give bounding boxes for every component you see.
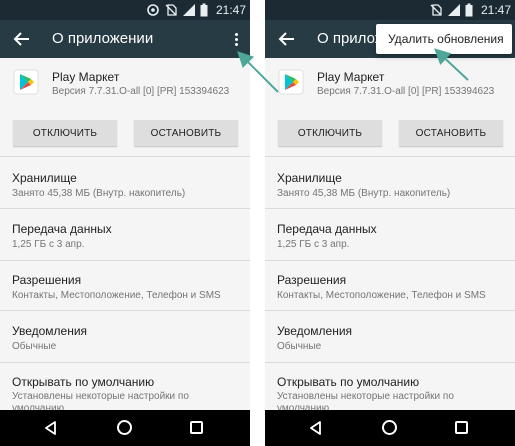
no-sim-icon xyxy=(429,3,443,17)
navigation-bar xyxy=(265,410,515,446)
notifications-item[interactable]: Уведомления Обычные xyxy=(0,310,250,363)
status-time: 21:47 xyxy=(480,3,511,17)
force-stop-button[interactable]: ОСТАНОВИТЬ xyxy=(134,120,238,146)
data-usage-item[interactable]: Передача данных 1,25 ГБ с 3 апр. xyxy=(0,208,250,261)
disable-button[interactable]: ОТКЛЮЧИТЬ xyxy=(13,120,117,146)
notifications-title: Уведомления xyxy=(12,324,88,338)
permissions-item[interactable]: Разрешения Контакты, Местоположение, Тел… xyxy=(0,260,250,311)
more-vert-icon[interactable] xyxy=(230,29,244,49)
notifications-subtitle: Обычные xyxy=(12,341,57,352)
open-by-default-title: Открывать по умолчанию xyxy=(277,375,420,389)
nav-recents-icon[interactable] xyxy=(190,421,203,434)
signal-icon xyxy=(182,3,196,17)
open-by-default-item[interactable]: Открывать по умолчанию Установлены некот… xyxy=(0,362,250,414)
app-name: Play Маркет xyxy=(52,70,120,84)
play-store-icon xyxy=(12,68,40,96)
storage-title: Хранилище xyxy=(12,171,77,185)
permissions-title: Разрешения xyxy=(12,273,82,287)
signal-icon xyxy=(447,3,461,17)
back-icon[interactable] xyxy=(277,29,297,49)
notifications-item[interactable]: Уведомления Обычные xyxy=(265,310,515,363)
app-version: Версия 7.7.31.O-all [0] [PR] 153394623 xyxy=(317,86,495,97)
status-bar: 21:47 xyxy=(265,0,515,20)
permissions-item[interactable]: Разрешения Контакты, Местоположение, Тел… xyxy=(265,260,515,311)
app-version: Версия 7.7.31.O-all [0] [PR] 153394623 xyxy=(52,86,230,97)
app-bar: О приложении xyxy=(0,20,250,58)
permissions-subtitle: Контакты, Местоположение, Телефон и SMS xyxy=(277,290,486,301)
app-info-content: Play Маркет Версия 7.7.31.O-all [0] [PR]… xyxy=(0,58,250,414)
notifications-title: Уведомления xyxy=(277,324,353,338)
battery-icon xyxy=(200,3,208,17)
status-bar: 21:47 xyxy=(0,0,250,20)
data-saver-icon xyxy=(146,3,160,17)
data-usage-title: Передача данных xyxy=(12,222,112,236)
nav-home-icon[interactable] xyxy=(117,420,132,435)
nav-recents-icon[interactable] xyxy=(455,421,468,434)
app-header: Play Маркет Версия 7.7.31.O-all [0] [PR]… xyxy=(0,58,250,110)
phone-screen-right: 21:47 О приложен Play Маркет Версия 7.7.… xyxy=(265,0,515,446)
navigation-bar xyxy=(0,410,250,446)
disable-button[interactable]: ОТКЛЮЧИТЬ xyxy=(278,120,382,146)
app-name: Play Маркет xyxy=(317,70,385,84)
back-icon[interactable] xyxy=(12,29,32,49)
open-by-default-item[interactable]: Открывать по умолчанию Установлены некот… xyxy=(265,362,515,414)
storage-subtitle: Занято 45,38 МБ (Внутр. накопитель) xyxy=(12,188,186,199)
play-store-icon xyxy=(277,68,305,96)
uninstall-updates-menu-item[interactable]: Удалить обновления xyxy=(388,32,504,46)
notifications-subtitle: Обычные xyxy=(277,341,322,352)
page-title: О приложении xyxy=(52,30,154,47)
no-sim-icon xyxy=(164,3,178,17)
data-usage-subtitle: 1,25 ГБ с 3 апр. xyxy=(277,239,350,250)
permissions-title: Разрешения xyxy=(277,273,347,287)
status-icons: 21:47 xyxy=(146,2,246,18)
nav-back-icon[interactable] xyxy=(43,420,59,436)
force-stop-button[interactable]: ОСТАНОВИТЬ xyxy=(399,120,503,146)
storage-subtitle: Занято 45,38 МБ (Внутр. накопитель) xyxy=(277,188,451,199)
data-usage-title: Передача данных xyxy=(277,222,377,236)
data-usage-subtitle: 1,25 ГБ с 3 апр. xyxy=(12,239,85,250)
nav-back-icon[interactable] xyxy=(308,420,324,436)
permissions-subtitle: Контакты, Местоположение, Телефон и SMS xyxy=(12,290,221,301)
status-icons: 21:47 xyxy=(429,2,511,18)
app-info-content: Play Маркет Версия 7.7.31.O-all [0] [PR]… xyxy=(265,58,515,414)
overflow-menu: Удалить обновления xyxy=(376,24,512,54)
data-usage-item[interactable]: Передача данных 1,25 ГБ с 3 апр. xyxy=(265,208,515,261)
phone-screen-left: 21:47 О приложении Play Маркет Версия 7.… xyxy=(0,0,250,446)
open-by-default-title: Открывать по умолчанию xyxy=(12,375,155,389)
battery-icon xyxy=(465,3,473,17)
storage-item[interactable]: Хранилище Занято 45,38 МБ (Внутр. накопи… xyxy=(265,156,515,209)
storage-item[interactable]: Хранилище Занято 45,38 МБ (Внутр. накопи… xyxy=(0,156,250,209)
status-time: 21:47 xyxy=(215,3,246,17)
storage-title: Хранилище xyxy=(277,171,342,185)
nav-home-icon[interactable] xyxy=(382,420,397,435)
app-header: Play Маркет Версия 7.7.31.O-all [0] [PR]… xyxy=(265,58,515,110)
